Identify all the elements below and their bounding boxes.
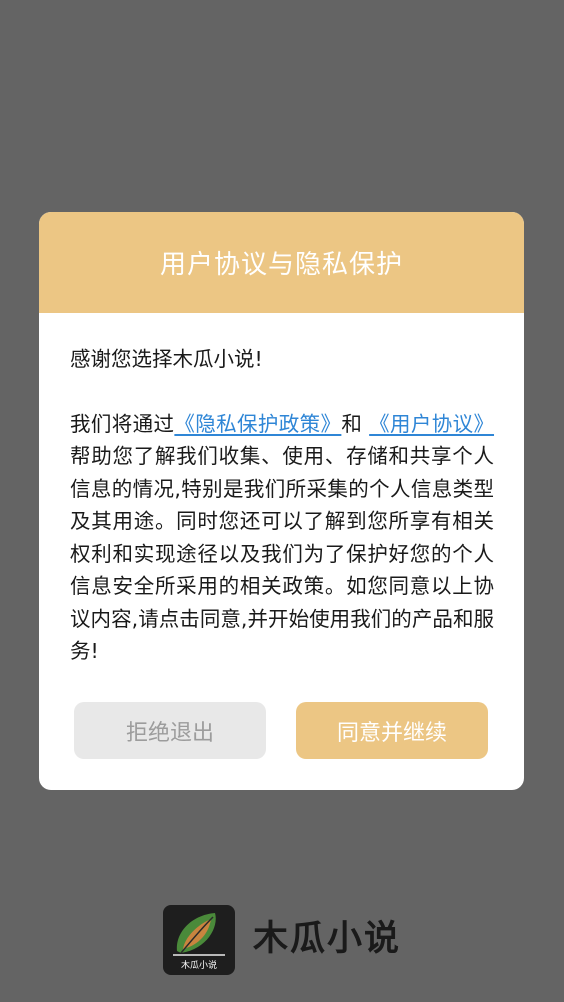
- screen: 用户协议与隐私保护 感谢您选择木瓜小说! 我们将通过《隐私保护政策》和 《用户协…: [0, 0, 564, 1002]
- intro-paragraph: 我们将通过《隐私保护政策》和 《用户协议》帮助您了解我们收集、使用、存储和共享个…: [70, 408, 494, 668]
- intro-conjunction: 和: [341, 411, 370, 436]
- user-agreement-link[interactable]: 《用户协议》: [369, 412, 494, 436]
- intro-body: 帮助您了解我们收集、使用、存储和共享个人信息的情况,特别是我们所采集的个人信息类…: [70, 444, 494, 663]
- agree-continue-button[interactable]: 同意并继续: [296, 702, 488, 759]
- logo-caption: 木瓜小说: [180, 961, 217, 971]
- dialog-header: 用户协议与隐私保护: [39, 212, 524, 313]
- privacy-policy-link[interactable]: 《隐私保护政策》: [174, 412, 341, 436]
- brand-footer: 木瓜小说 木瓜小说: [163, 905, 403, 975]
- dialog-actions: 拒绝退出 同意并继续: [74, 702, 488, 759]
- brand-name: 木瓜小说: [253, 919, 402, 959]
- dialog-title: 用户协议与隐私保护: [159, 250, 403, 280]
- intro-prefix: 我们将通过: [70, 411, 175, 436]
- papaya-leaf-icon: [173, 913, 225, 956]
- greeting-text: 感谢您选择木瓜小说!: [70, 347, 263, 371]
- privacy-dialog: 用户协议与隐私保护 感谢您选择木瓜小说! 我们将通过《隐私保护政策》和 《用户协…: [39, 212, 524, 790]
- papaya-book-icon: 木瓜小说: [163, 905, 235, 975]
- reject-exit-button[interactable]: 拒绝退出: [74, 702, 266, 759]
- dialog-body: 感谢您选择木瓜小说! 我们将通过《隐私保护政策》和 《用户协议》帮助您了解我们收…: [39, 313, 524, 668]
